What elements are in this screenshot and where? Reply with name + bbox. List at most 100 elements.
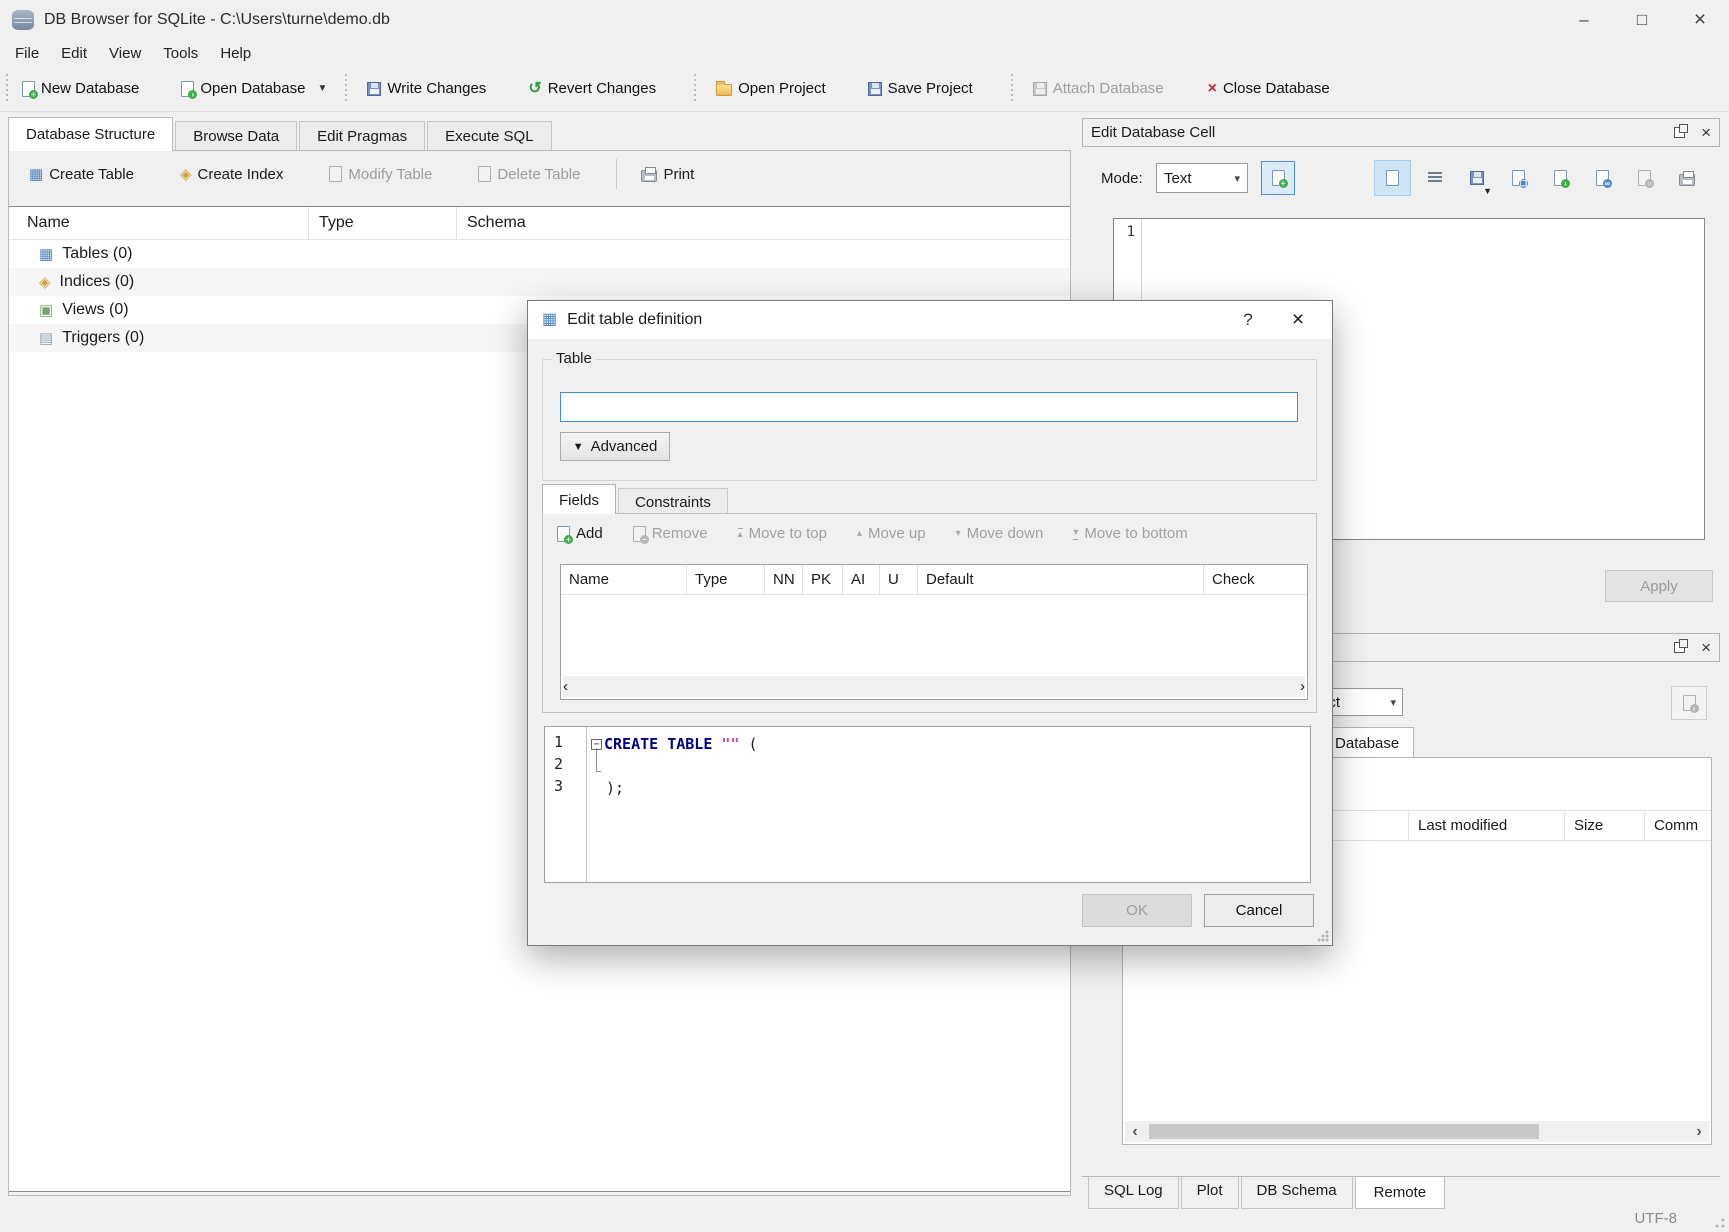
column-name[interactable]: Name (9, 207, 309, 239)
column-check[interactable]: Check (1204, 565, 1307, 594)
create-table-icon: ▦ (29, 167, 43, 182)
column-nn[interactable]: NN (765, 565, 803, 594)
sql-line-numbers: 1 2 3 (545, 727, 587, 882)
create-index-button[interactable]: ◈ Create Index (170, 158, 293, 191)
new-database-button[interactable]: + New Database (12, 72, 149, 105)
scroll-left-icon[interactable]: ‹ (563, 678, 568, 695)
float-panel-icon[interactable] (1674, 127, 1685, 138)
cancel-button[interactable]: Cancel (1204, 894, 1314, 927)
fields-table-header: Name Type NN PK AI U Default Check (561, 565, 1307, 595)
export-data-icon: ❏ (1512, 170, 1525, 186)
print-icon (1679, 174, 1695, 186)
move-up-button: ▴ Move up (857, 525, 926, 542)
open-database-button[interactable]: › Open Database (171, 72, 315, 105)
copy-link-button[interactable]: ∞ (1584, 160, 1621, 196)
menu-edit[interactable]: Edit (50, 42, 98, 65)
line-number: 1 (1114, 224, 1135, 240)
print-button[interactable]: Print (631, 158, 704, 191)
create-table-button[interactable]: ▦ Create Table (19, 158, 144, 191)
tree-item-indices[interactable]: ◈ Indices (0) (9, 268, 1070, 296)
toolbar-separator (345, 74, 347, 104)
import-data-icon (1470, 171, 1484, 185)
encoding-indicator[interactable]: UTF-8 (1635, 1210, 1678, 1227)
tree-item-tables[interactable]: ▦ Tables (0) (9, 240, 1070, 268)
ok-button: OK (1082, 894, 1192, 927)
move-down-button: ▾ Move down (956, 525, 1044, 542)
column-pk[interactable]: PK (803, 565, 843, 594)
open-project-icon (716, 84, 732, 96)
app-database-icon (12, 10, 34, 30)
word-wrap-button[interactable] (1416, 160, 1453, 196)
remove-field-button: − Remove (633, 525, 708, 542)
open-in-app-button[interactable]: › (1542, 160, 1579, 196)
column-type[interactable]: Type (309, 207, 457, 239)
table-name-input[interactable] (560, 392, 1298, 422)
close-database-button[interactable]: × Close Database (1198, 72, 1340, 105)
open-database-dropdown[interactable]: ▼ (315, 76, 335, 102)
write-changes-button[interactable]: Write Changes (357, 72, 496, 105)
print-cell-button[interactable] (1668, 160, 1705, 196)
menu-view[interactable]: View (98, 42, 152, 65)
save-project-button[interactable]: Save Project (858, 72, 983, 105)
column-name[interactable]: Name (561, 565, 687, 594)
scroll-right-icon[interactable]: › (1689, 1124, 1709, 1140)
create-index-icon: ◈ (180, 167, 192, 182)
move-up-icon: ▴ (857, 529, 862, 539)
tab-fields[interactable]: Fields (542, 484, 616, 514)
menu-file[interactable]: File (4, 42, 50, 65)
menu-help[interactable]: Help (209, 42, 262, 65)
revert-changes-button[interactable]: ↺ Revert Changes (518, 72, 666, 105)
scroll-right-icon[interactable]: › (1300, 678, 1305, 695)
help-button[interactable]: ? (1228, 310, 1268, 330)
add-field-button[interactable]: + Add (557, 525, 603, 542)
column-default[interactable]: Default (918, 565, 1204, 594)
text-mode-button[interactable] (1374, 160, 1411, 196)
tab-browse-data[interactable]: Browse Data (175, 121, 297, 150)
views-icon: ▣ (39, 303, 53, 318)
tab-edit-pragmas[interactable]: Edit Pragmas (299, 121, 425, 150)
minimize-button[interactable]: – (1555, 0, 1613, 40)
clone-database-button: › (1671, 686, 1707, 720)
remote-horizontal-scrollbar[interactable]: ‹ › (1125, 1121, 1709, 1142)
open-project-button[interactable]: Open Project (706, 72, 836, 105)
column-size[interactable]: Size (1565, 811, 1645, 840)
structure-toolbar: ▦ Create Table ◈ Create Index Modify Tab… (9, 151, 1070, 197)
dialog-resize-grip[interactable] (1317, 930, 1329, 942)
close-panel-icon[interactable]: × (1701, 124, 1711, 141)
column-ai[interactable]: AI (843, 565, 880, 594)
scrollbar-thumb[interactable] (1149, 1124, 1539, 1139)
remove-field-icon: − (633, 526, 646, 542)
mode-select[interactable]: Text ▾ (1156, 163, 1248, 193)
scroll-left-icon[interactable]: ‹ (1125, 1124, 1145, 1140)
advanced-button[interactable]: ▼ Advanced (560, 432, 670, 461)
apply-button: Apply (1605, 570, 1713, 602)
column-type[interactable]: Type (687, 565, 765, 594)
export-data-button[interactable]: ❏ (1500, 160, 1537, 196)
column-commit[interactable]: Comm (1645, 811, 1711, 840)
sql-preview[interactable]: 1 2 3 −CREATE TABLE "" ( ); (544, 726, 1311, 883)
dialog-close-button[interactable]: × (1278, 308, 1318, 332)
tab-execute-sql[interactable]: Execute SQL (427, 121, 551, 150)
close-button[interactable]: × (1671, 0, 1729, 40)
fields-horizontal-scrollbar[interactable]: ‹ › (563, 676, 1305, 697)
column-u[interactable]: U (880, 565, 918, 594)
cell-panel-toolbar: ▼ ❏ › ∞ ○ (1374, 160, 1705, 196)
menu-tools[interactable]: Tools (152, 42, 209, 65)
fields-table: Name Type NN PK AI U Default Check ‹ › (560, 564, 1308, 700)
dialog-tab-bar: Fields Constraints (542, 484, 730, 514)
maximize-button[interactable]: □ (1613, 0, 1671, 40)
float-panel-icon[interactable] (1674, 642, 1685, 653)
column-schema[interactable]: Schema (457, 207, 1070, 239)
delete-table-icon (478, 166, 491, 182)
tab-constraints[interactable]: Constraints (618, 488, 728, 514)
resize-grip[interactable] (1715, 1218, 1725, 1228)
import-settings-button[interactable]: + (1261, 161, 1295, 195)
toolbar-separator (616, 159, 617, 189)
import-data-button[interactable]: ▼ (1458, 160, 1495, 196)
close-panel-icon[interactable]: × (1701, 639, 1711, 656)
modify-table-icon (329, 166, 342, 182)
dialog-title-bar[interactable]: ▦ Edit table definition ? × (528, 301, 1332, 339)
tab-database-structure[interactable]: Database Structure (8, 117, 173, 150)
window-title: DB Browser for SQLite - C:\Users\turne\d… (44, 11, 390, 29)
column-last-modified[interactable]: Last modified (1409, 811, 1565, 840)
